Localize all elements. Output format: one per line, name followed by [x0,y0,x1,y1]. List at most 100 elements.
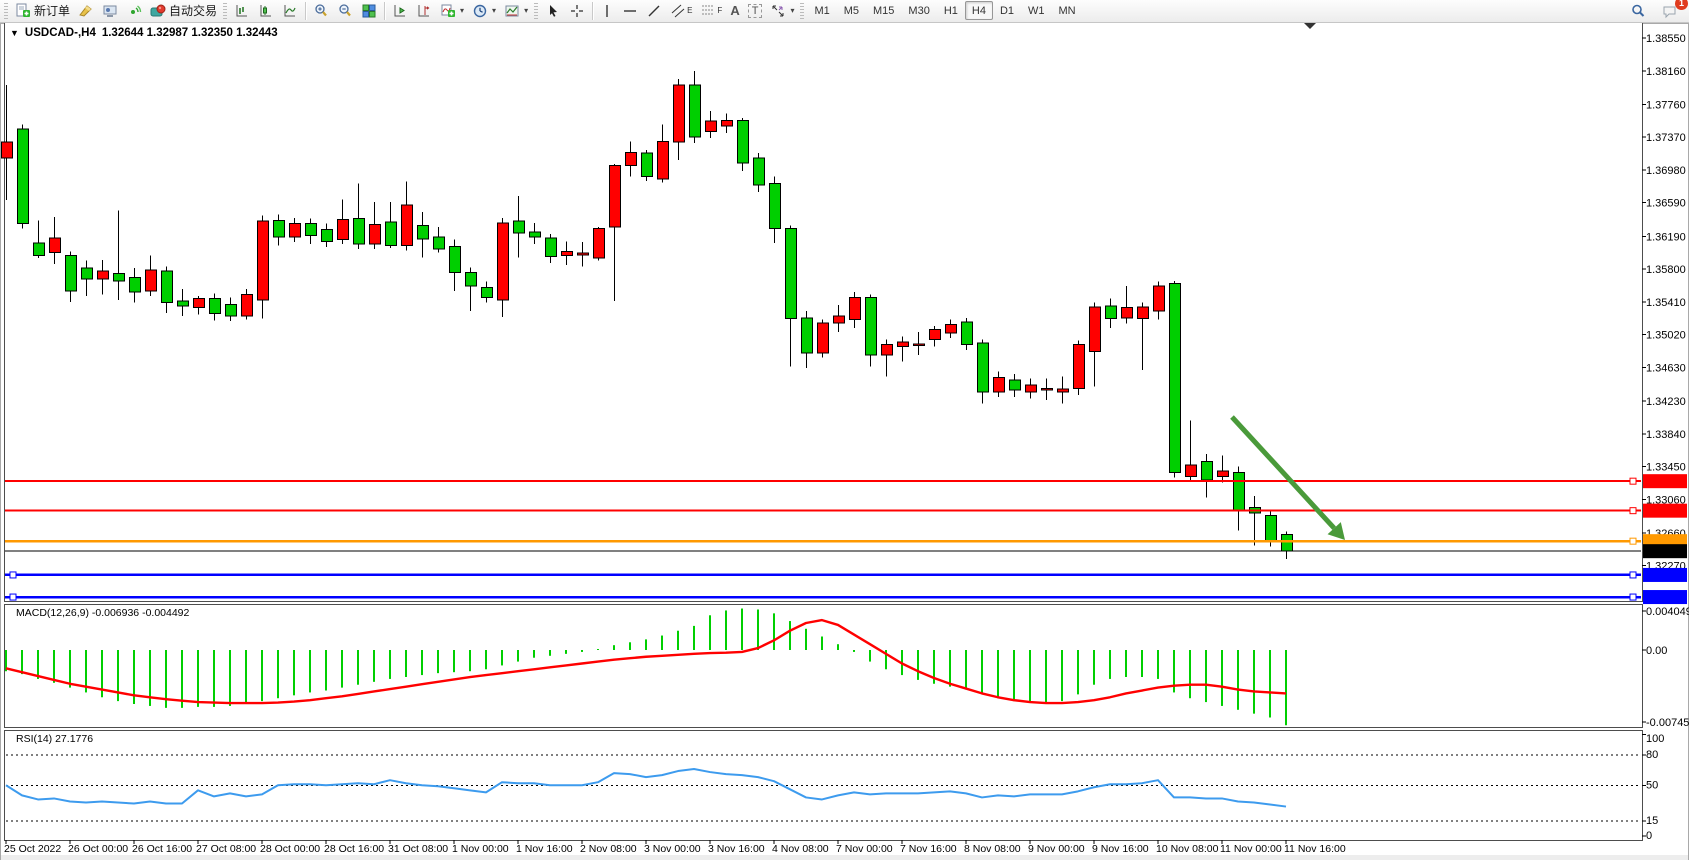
chart-shift-button[interactable] [412,1,436,21]
notifications-button[interactable]: 1 [1658,1,1683,21]
zoom-out-button[interactable] [333,1,357,21]
svg-text:1.37760: 1.37760 [1646,99,1686,111]
svg-text:31 Oct 08:00: 31 Oct 08:00 [388,843,448,855]
shapes-button[interactable]: ▾ [766,1,798,21]
zoom-in-button[interactable] [309,1,333,21]
horizontal-line-icon [622,3,638,19]
svg-text:28 Oct 00:00: 28 Oct 00:00 [260,843,320,855]
svg-text:2 Nov 08:00: 2 Nov 08:00 [580,843,637,855]
tf-mn-button[interactable]: MN [1052,1,1083,20]
tf-m1-button[interactable]: M1 [807,1,836,20]
svg-text:28 Oct 16:00: 28 Oct 16:00 [324,843,384,855]
tile-windows-button[interactable] [357,1,381,21]
toolbar-grip[interactable] [534,3,538,19]
svg-text:15: 15 [1646,815,1658,827]
indicators-caret-icon: ▾ [460,6,464,15]
svg-text:10 Nov 08:00: 10 Nov 08:00 [1156,843,1219,855]
hline-handle[interactable] [1630,538,1636,544]
svg-text:1.36190: 1.36190 [1646,231,1686,243]
chart-canvas[interactable]: MACD(12,26,9) -0.006936 -0.004492RSI(14)… [0,23,1689,861]
chart-window: MACD(12,26,9) -0.006936 -0.004492RSI(14)… [0,23,1689,861]
periods-caret-icon: ▾ [492,6,496,15]
vertical-line-icon [600,3,614,19]
tf-h4-button[interactable]: H4 [965,1,993,20]
hline-handle[interactable] [1630,594,1636,600]
toolbar-separator [592,2,593,20]
hline-handle[interactable] [1630,572,1636,578]
chart-title-caret-icon[interactable]: ▼ [10,28,19,38]
svg-text:1.34630: 1.34630 [1646,362,1686,374]
svg-text:80: 80 [1646,749,1658,761]
chart-symbol-period: USDCAD-,H4 [25,27,96,39]
toolbar-separator [384,2,385,20]
tf-d1-button[interactable]: D1 [993,1,1021,20]
svg-text:1.33840: 1.33840 [1646,429,1686,441]
toolbar-grip[interactable] [223,3,227,19]
profile-icon [102,3,118,19]
tile-windows-icon [361,3,377,19]
tf-m30-button[interactable]: M30 [901,1,936,20]
text-tool-icon: A [730,3,739,18]
signals-button[interactable] [122,1,146,21]
cursor-icon [545,3,561,19]
zoom-in-icon [313,3,329,19]
svg-text:26 Oct 00:00: 26 Oct 00:00 [68,843,128,855]
svg-text:1.33450: 1.33450 [1646,462,1686,474]
tf-w1-button[interactable]: W1 [1021,1,1052,20]
crosshair-button[interactable] [565,1,589,21]
text-button[interactable]: A [726,1,743,21]
toolbar-separator [305,2,306,20]
hline-handle[interactable] [10,572,16,578]
vertical-line-button[interactable] [596,1,618,21]
bar-chart-button[interactable] [230,1,254,21]
horizontal-line-button[interactable] [618,1,642,21]
templates-button[interactable]: ▾ [500,1,532,21]
trendline-button[interactable] [642,1,666,21]
periods-clock-icon [472,3,488,19]
cursor-button[interactable] [541,1,565,21]
hline-handle[interactable] [10,594,16,600]
hline-handle[interactable] [1630,478,1636,484]
candlestick-button[interactable] [254,1,278,21]
new-chart-button[interactable] [388,1,412,21]
shapes-arrows-icon [770,3,786,19]
hline-handle[interactable] [1630,508,1636,514]
channel-button[interactable]: E [666,1,696,21]
line-chart-button[interactable] [278,1,302,21]
new-chart-icon [392,3,408,19]
tf-m5-button[interactable]: M5 [837,1,866,20]
toolbar-grip[interactable] [4,3,8,19]
templates-icon [504,3,520,19]
tf-m15-button[interactable]: M15 [866,1,901,20]
svg-text:1 Nov 16:00: 1 Nov 16:00 [516,843,573,855]
styler-button[interactable] [74,1,98,21]
search-button[interactable] [1626,1,1650,21]
new-order-button[interactable]: 新订单 [11,1,74,21]
toolbar-grip[interactable] [800,3,804,19]
equidistant-channel-icon [670,3,686,19]
fibonacci-button[interactable]: F [696,1,726,21]
svg-text:3 Nov 00:00: 3 Nov 00:00 [644,843,701,855]
new-order-icon [15,3,31,19]
fibonacci-icon [700,3,716,19]
tf-h1-button[interactable]: H1 [937,1,965,20]
svg-text:100: 100 [1646,733,1664,745]
mt4-terminal: 新订单 [0,0,1689,861]
svg-text:0.00: 0.00 [1646,645,1667,657]
trendline-icon [646,3,662,19]
label-button[interactable]: T [744,1,767,21]
toolbar: 新订单 [0,0,1689,23]
svg-text:11 Nov 16:00: 11 Nov 16:00 [1284,843,1346,855]
new-order-label: 新订单 [34,2,70,19]
svg-text:RSI(14) 27.1776: RSI(14) 27.1776 [16,733,93,745]
profile-button[interactable] [98,1,122,21]
periods-button[interactable]: ▾ [468,1,500,21]
svg-text:1.35800: 1.35800 [1646,264,1686,276]
line-chart-icon [282,3,298,19]
label-tool-icon: T [748,4,763,18]
notification-badge: 1 [1675,0,1688,10]
autotrading-button[interactable]: 自动交易 [146,1,221,21]
zoom-out-icon [337,3,353,19]
indicators-button[interactable]: ▾ [436,1,468,21]
svg-text:26 Oct 16:00: 26 Oct 16:00 [132,843,192,855]
